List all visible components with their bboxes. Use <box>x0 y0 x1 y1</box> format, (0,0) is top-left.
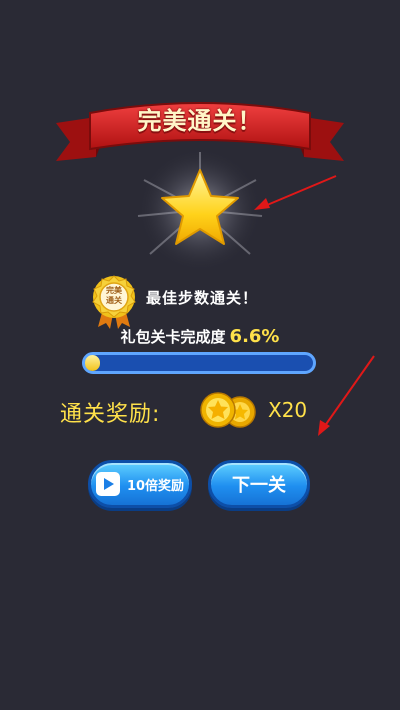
banner-title: 完美通关！ <box>137 107 263 135</box>
next-button-label: 下一关 <box>232 475 286 496</box>
next-level-button[interactable]: 下一关 <box>208 460 310 508</box>
medal-text-line1: 完美 <box>106 286 122 295</box>
perfect-clear-medal-icon: 完美 通关 <box>92 275 136 329</box>
progress-bar-fill <box>85 355 101 371</box>
red-arrow-icon <box>318 355 375 436</box>
ten-times-reward-video-button[interactable]: 10倍奖励 <box>88 460 192 508</box>
star-icon <box>137 150 263 270</box>
play-video-icon <box>95 472 120 496</box>
progress-label: 礼包关卡完成度 <box>120 328 226 346</box>
best-steps-text: 最佳步数通关！ <box>146 289 259 307</box>
progress-percent: 6.6% <box>229 326 280 347</box>
progress-bar <box>82 352 316 374</box>
reward-label: 通关奖励: <box>60 402 161 427</box>
coins-icon <box>200 392 256 428</box>
video-button-label: 10倍奖励 <box>126 478 185 494</box>
medal-text-line2: 通关 <box>106 296 122 305</box>
red-arrow-icon <box>254 175 337 210</box>
reward-count: X20 <box>268 398 308 422</box>
progress-label-row: 礼包关卡完成度 6.6% <box>0 326 400 347</box>
